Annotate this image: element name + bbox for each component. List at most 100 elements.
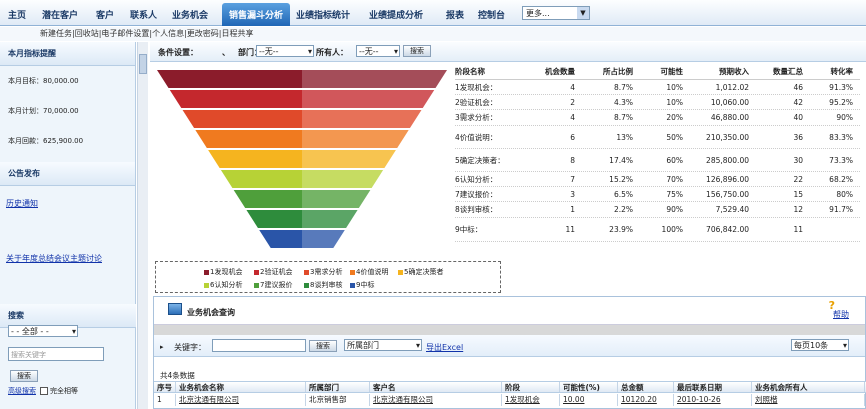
nav-tab-5[interactable]: 销售漏斗分析 [222,3,291,26]
page-size-select[interactable]: 每页10条 [791,339,849,351]
nav-tab-3[interactable]: 联系人 [130,8,157,21]
stats-cell: 40 [793,113,803,122]
stats-cell: 706,842.00 [706,225,749,234]
dept-filter-select[interactable]: 所属部门 [344,339,422,351]
legend-label: 8谈判审核 [310,281,343,289]
nav-tab-4[interactable]: 业务机会 [172,8,208,21]
legend-swatch [398,269,403,275]
grid-cell[interactable]: 北京沈通有限公司 [176,394,306,406]
target-title: 本月指标提醒 [0,42,135,66]
stats-cell: 46 [793,82,803,92]
nav-tab-9[interactable]: 控制台 [478,8,505,21]
legend-label: 7建议报价 [260,281,293,289]
stats-row: 2验证机会： 2 4.3% 10% 10,060.00 42 95.2% [455,95,860,110]
panel-divider [154,325,865,335]
funnel-highlight-8 [302,210,358,228]
stats-row: 3需求分析： 4 8.7% 20% 46,880.00 40 90% [455,110,860,126]
stats-cell: 20% [666,113,683,122]
stats-cell: 83.3% [829,132,853,142]
stats-cell: 210,350.00 [706,132,749,142]
record-count: 共4条数据 [160,371,195,380]
stats-cell: 10,060.00 [710,97,749,107]
stats-cell: 7建议报价： [455,189,498,199]
stats-cell: 126,896.00 [706,174,749,184]
grid-col-header: 最后联系日期 [674,382,752,392]
grid-cell: 北京销售部 [306,394,370,406]
grid-col-header: 业务机会所有人 [752,382,865,392]
grid-cell[interactable]: 北京沈通有限公司 [370,394,502,406]
stats-cell: 8.7% [613,113,633,122]
sub-nav[interactable]: 新建任务|回收站|电子邮件设置|个人信息|更改密码|日程共享 [0,27,866,41]
grid-cell: 1发现机会 [502,394,560,406]
legend-swatch [204,269,209,275]
help-link[interactable]: 帮助 [833,309,849,320]
stats-col-header: 预期收入 [719,67,749,76]
legend-label: 4价值说明 [356,268,389,276]
grid-col-header: 客户名 [370,382,502,392]
stats-col-header: 可能性 [660,67,684,76]
stats-col-header: 转化率 [830,67,854,76]
stats-row: 4价值说明： 6 13% 50% 210,350.00 36 83.3% [455,126,860,149]
notice-link-history[interactable]: 历史通知 [6,199,38,208]
stats-col-header: 数量汇总 [773,67,803,76]
condition-bar: 条件设置： 、 部门： --无-- 所有人： --无-- 搜索 [150,42,866,62]
left-search-button[interactable]: 搜索 [10,370,38,382]
nav-tab-0[interactable]: 主页 [8,8,26,21]
stats-cell: 4价值说明： [455,132,498,142]
stats-row: 6认知分析： 7 15.2% 70% 126,896.00 22 68.2% [455,172,860,187]
funnel-legend: 1发现机会 2验证机会 3需求分析 4价值说明 5确定决策者 6认知分析 7建议报价 8谈判审… [155,261,501,293]
stats-cell: 3 [570,189,575,199]
dept-select[interactable]: --无-- [256,45,314,57]
notice-title: 公告发布 [0,162,135,186]
keyword-input[interactable] [212,339,306,352]
stats-cell: 285,800.00 [706,155,749,165]
search-input[interactable]: 搜索关键字 [8,347,104,361]
nav-tab-7[interactable]: 业绩提成分析 [369,8,423,21]
stats-cell: 7,529.40 [715,205,749,214]
stats-cell: 60% [666,155,683,165]
panel-header: 业务机会查询 ? 帮助 [154,297,865,325]
left-sidebar: 本月指标提醒 本月目标：80,000.00 本月计划：70,000.00 本月回… [0,42,136,409]
month-target: 本月目标：80,000.00 [8,77,79,85]
stats-cell: 91.3% [829,82,853,92]
stats-cell: 6.5% [613,189,633,199]
table-row[interactable]: 1 北京沈通有限公司 北京销售部 北京沈通有限公司 1发现机会 10.00 10120.20… [154,394,866,406]
exact-match-checkbox[interactable] [40,387,48,395]
grid-col-header: 总金额 [618,382,674,392]
scroll-thumb[interactable] [139,54,147,74]
legend-item: 4价值说明 [350,267,388,277]
stats-cell: 7 [570,174,575,184]
stats-cell: 8谈判审核： [455,205,498,214]
sidebar-scrollbar[interactable] [137,42,148,409]
stats-cell: 3需求分析： [455,113,498,122]
condition-search-button[interactable]: 搜索 [403,45,431,57]
notice-link-meeting[interactable]: 关于年度总结会议主题讨论 [6,254,102,263]
stats-header-row: 阶段名称 机会数量 所占比例 可能性 预期收入 数量汇总 转化率 [455,64,860,80]
more-select[interactable]: 更多... ▼ [522,6,590,20]
exact-match-label: 完全相等 [50,387,78,395]
stats-cell: 36 [793,132,803,142]
stats-cell: 15 [793,189,803,199]
stats-cell: 95.2% [829,97,853,107]
panel-search-button[interactable]: 搜索 [309,340,337,352]
stats-cell: 100% [661,225,683,234]
more-select-value: 更多... [526,9,550,18]
stats-cell: 13% [616,132,633,142]
advanced-search-link[interactable]: 高级搜索 [8,386,36,396]
stats-cell: 1,012.02 [715,82,749,92]
month-paid: 本月回款：625,900.00 [8,137,84,145]
legend-label: 3需求分析 [310,268,343,276]
legend-item: 8谈判审核 [304,280,342,290]
export-excel-link[interactable]: 导出Excel [426,342,463,353]
nav-tab-1[interactable]: 潜在客户 [42,8,78,21]
funnel-highlight-5 [302,150,396,168]
nav-tab-8[interactable]: 报表 [446,8,464,21]
funnel-highlight-1 [302,70,447,88]
owner-select[interactable]: --无-- [356,45,400,57]
stats-cell: 1 [570,205,575,214]
nav-tab-2[interactable]: 客户 [96,8,114,21]
grid-cell: 2010-10-26 [674,394,752,406]
nav-tab-6[interactable]: 业绩指标统计 [296,8,350,21]
search-scope-select[interactable]: - - 全部 - - [8,325,78,337]
stats-cell: 17.4% [609,155,633,165]
